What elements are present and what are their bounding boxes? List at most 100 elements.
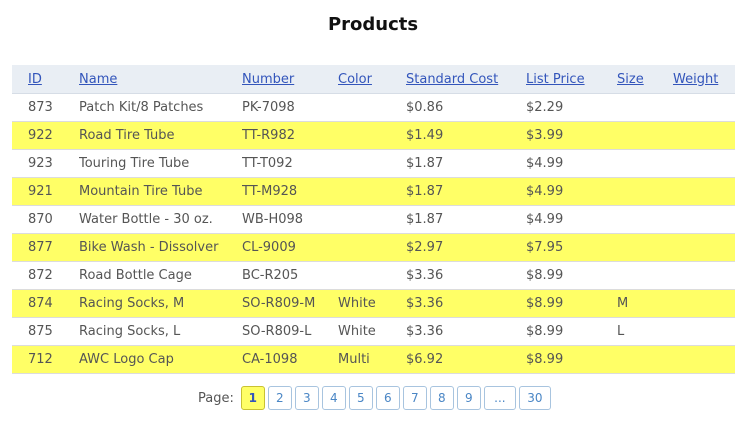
cell-list-price: $7.95	[526, 233, 617, 262]
cell-list-price: $2.29	[526, 93, 617, 122]
cell-size	[617, 149, 673, 178]
cell-id: 877	[12, 233, 79, 262]
column-header-size[interactable]: Size	[617, 65, 673, 94]
table-row[interactable]: 877 Bike Wash - Dissolver CL-9009 $2.97 $7.9…	[12, 233, 735, 262]
pager-page-5[interactable]: 5	[348, 386, 373, 410]
cell-number: TT-T092	[242, 149, 338, 178]
pager-page-3[interactable]: 3	[294, 386, 319, 410]
sort-link-weight[interactable]: Weight	[673, 72, 718, 87]
cell-size: M	[617, 289, 673, 318]
table-row[interactable]: 870 Water Bottle - 30 oz. WB-H098 $1.87 $4.9…	[12, 205, 735, 234]
pager-page-9[interactable]: 9	[456, 386, 481, 410]
cell-weight	[673, 93, 735, 122]
cell-weight	[673, 121, 735, 150]
pager-page-4[interactable]: 4	[321, 386, 346, 410]
sort-link-id[interactable]: ID	[28, 72, 42, 87]
cell-name: Mountain Tire Tube	[79, 177, 242, 206]
cell-name: Patch Kit/8 Patches	[79, 93, 242, 122]
cell-name: Racing Socks, M	[79, 289, 242, 318]
cell-number: TT-M928	[242, 177, 338, 206]
cell-color	[338, 261, 406, 290]
pager-page-6[interactable]: 6	[375, 386, 400, 410]
cell-id: 922	[12, 121, 79, 150]
pager-page-2[interactable]: 2	[267, 386, 292, 410]
column-header-standard-cost[interactable]: Standard Cost	[406, 65, 526, 94]
cell-color	[338, 177, 406, 206]
cell-size	[617, 345, 673, 374]
cell-color	[338, 205, 406, 234]
table-row[interactable]: 873 Patch Kit/8 Patches PK-7098 $0.86 $2.29	[12, 93, 735, 122]
pager-page-1[interactable]: 1	[240, 386, 265, 410]
table-row[interactable]: 921 Mountain Tire Tube TT-M928 $1.87 $4.99	[12, 177, 735, 206]
cell-color: White	[338, 317, 406, 346]
cell-weight	[673, 345, 735, 374]
cell-list-price: $8.99	[526, 317, 617, 346]
pager-label: Page:	[198, 390, 234, 406]
pager-page-30[interactable]: 30	[518, 386, 551, 410]
cell-id: 875	[12, 317, 79, 346]
cell-size	[617, 121, 673, 150]
column-header-list-price[interactable]: List Price	[526, 65, 617, 94]
cell-standard-cost: $2.97	[406, 233, 526, 262]
column-header-color[interactable]: Color	[338, 65, 406, 94]
cell-standard-cost: $0.86	[406, 93, 526, 122]
page-title: Products	[327, 14, 419, 35]
pager-ellipsis-button[interactable]: ...	[483, 386, 516, 410]
cell-name: Racing Socks, L	[79, 317, 242, 346]
table-row[interactable]: 922 Road Tire Tube TT-R982 $1.49 $3.99	[12, 121, 735, 150]
sort-link-size[interactable]: Size	[617, 72, 644, 87]
cell-size	[617, 261, 673, 290]
cell-color: Multi	[338, 345, 406, 374]
cell-weight	[673, 177, 735, 206]
table-row[interactable]: 875 Racing Socks, L SO-R809-L White $3.36 $8.…	[12, 317, 735, 346]
sort-link-standard-cost[interactable]: Standard Cost	[406, 72, 498, 87]
column-header-number[interactable]: Number	[242, 65, 338, 94]
cell-list-price: $3.99	[526, 121, 617, 150]
cell-id: 874	[12, 289, 79, 318]
cell-id: 872	[12, 261, 79, 290]
cell-size	[617, 205, 673, 234]
table-row[interactable]: 923 Touring Tire Tube TT-T092 $1.87 $4.99	[12, 149, 735, 178]
table-row[interactable]: 712 AWC Logo Cap CA-1098 Multi $6.92 $8.99	[12, 345, 735, 374]
sort-link-color[interactable]: Color	[338, 72, 372, 87]
cell-size: L	[617, 317, 673, 346]
cell-size	[617, 93, 673, 122]
cell-weight	[673, 233, 735, 262]
cell-color	[338, 149, 406, 178]
cell-name: AWC Logo Cap	[79, 345, 242, 374]
column-header-name[interactable]: Name	[79, 65, 242, 94]
cell-name: Road Tire Tube	[79, 121, 242, 150]
cell-weight	[673, 261, 735, 290]
sort-link-name[interactable]: Name	[79, 72, 117, 87]
table-row[interactable]: 872 Road Bottle Cage BC-R205 $3.36 $8.99	[12, 261, 735, 290]
cell-list-price: $8.99	[526, 289, 617, 318]
cell-standard-cost: $3.36	[406, 261, 526, 290]
sort-link-number[interactable]: Number	[242, 72, 294, 87]
cell-standard-cost: $1.87	[406, 177, 526, 206]
pager-page-8[interactable]: 8	[429, 386, 454, 410]
cell-name: Road Bottle Cage	[79, 261, 242, 290]
cell-list-price: $8.99	[526, 345, 617, 374]
cell-id: 873	[12, 93, 79, 122]
column-header-weight[interactable]: Weight	[673, 65, 735, 94]
sort-link-list-price[interactable]: List Price	[526, 72, 585, 87]
products-table: ID Name Number Color Standard Cost List …	[12, 65, 735, 374]
cell-standard-cost: $1.49	[406, 121, 526, 150]
cell-number: BC-R205	[242, 261, 338, 290]
cell-weight	[673, 149, 735, 178]
cell-standard-cost: $1.87	[406, 205, 526, 234]
cell-number: PK-7098	[242, 93, 338, 122]
cell-name: Water Bottle - 30 oz.	[79, 205, 242, 234]
cell-id: 921	[12, 177, 79, 206]
cell-weight	[673, 317, 735, 346]
cell-id: 712	[12, 345, 79, 374]
column-header-id[interactable]: ID	[12, 65, 79, 94]
cell-id: 923	[12, 149, 79, 178]
cell-color: White	[338, 289, 406, 318]
table-header-row: ID Name Number Color Standard Cost List …	[12, 65, 735, 94]
cell-size	[617, 177, 673, 206]
pager-page-7[interactable]: 7	[402, 386, 427, 410]
cell-standard-cost: $3.36	[406, 289, 526, 318]
table-row[interactable]: 874 Racing Socks, M SO-R809-M White $3.36 $8.…	[12, 289, 735, 318]
cell-number: SO-R809-M	[242, 289, 338, 318]
